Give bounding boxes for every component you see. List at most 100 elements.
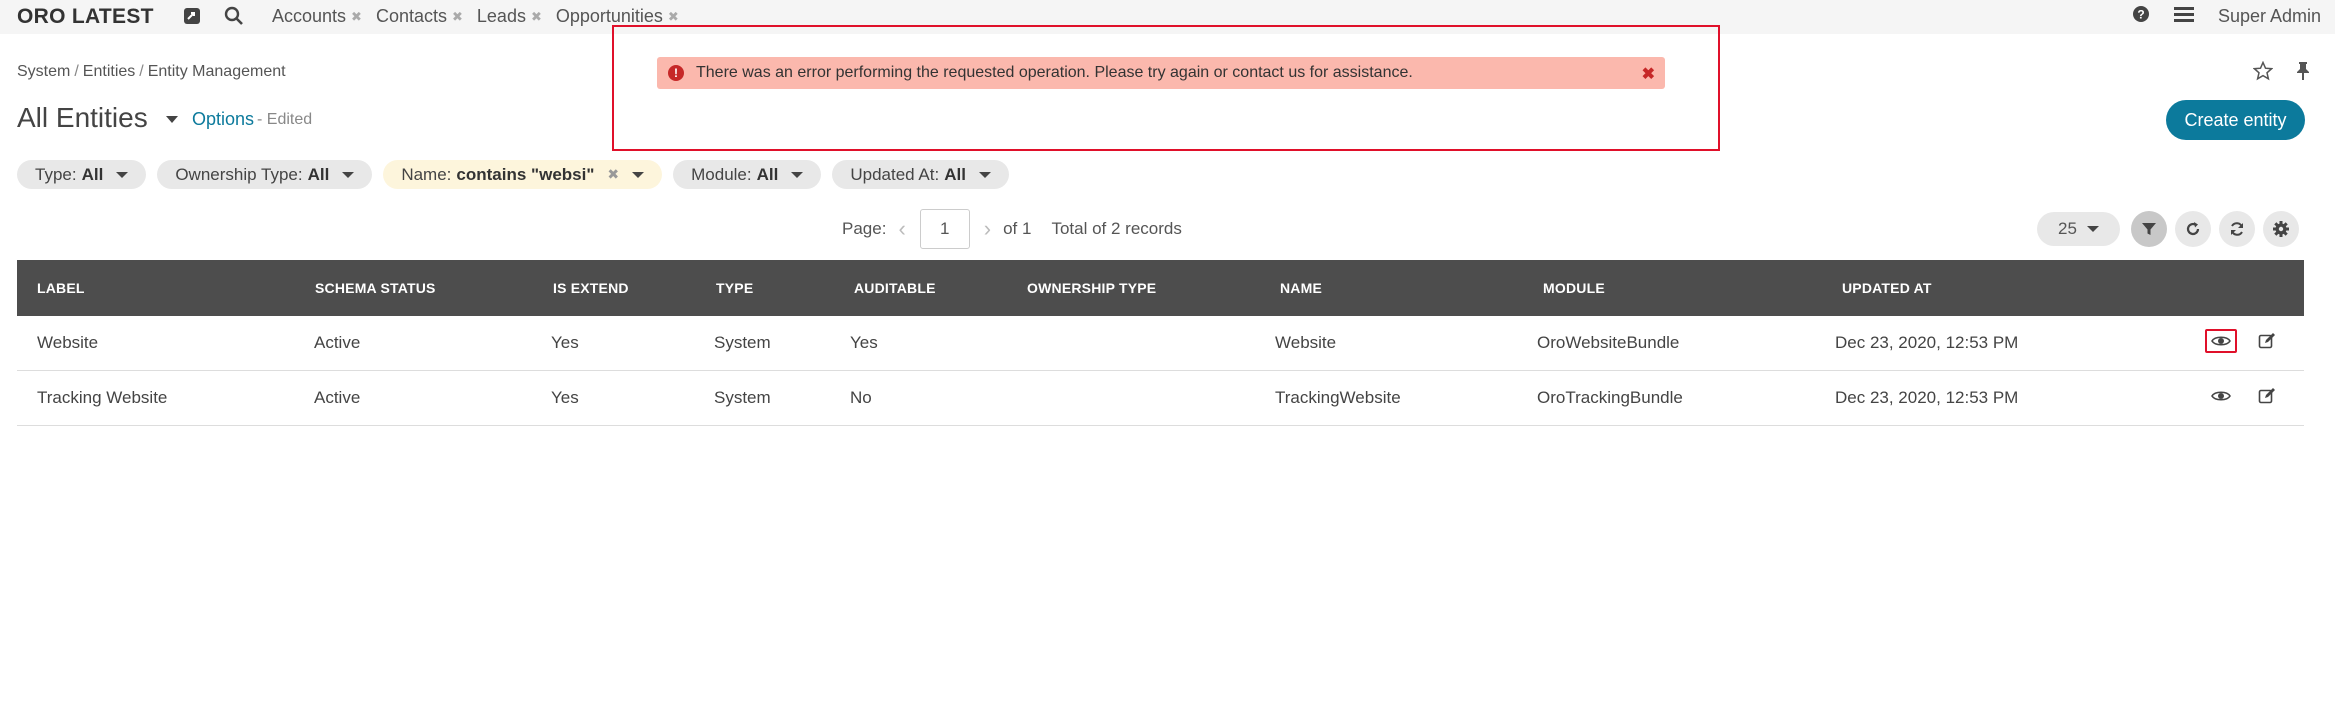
edited-label: - Edited [257, 111, 313, 128]
cell-type: System [714, 333, 771, 352]
page-number-input[interactable]: 1 [919, 209, 970, 249]
column-header-name[interactable]: NAME [1280, 280, 1322, 296]
entities-grid: LABEL SCHEMA STATUS IS EXTEND TYPE AUDIT… [17, 260, 2304, 426]
caret-down-icon [791, 171, 804, 178]
top-right-menu: ? Super Admin [2132, 5, 2321, 28]
grid-settings-button[interactable] [2263, 211, 2299, 247]
filter-name[interactable]: Name: contains "websi" ✖ [383, 160, 663, 189]
close-icon[interactable]: ✖ [1642, 64, 1655, 84]
filter-value: All [307, 164, 330, 184]
cell-module: OroTrackingBundle [1537, 388, 1683, 407]
row-actions [2205, 329, 2283, 353]
close-icon[interactable]: ✖ [668, 9, 679, 25]
column-header-ownership-type[interactable]: OWNERSHIP TYPE [1027, 280, 1156, 296]
app-title[interactable]: ORO LATEST [17, 5, 154, 29]
shortcuts-icon[interactable] [180, 4, 204, 28]
page-title[interactable]: All Entities [17, 102, 148, 134]
cell-updated-at: Dec 23, 2020, 12:53 PM [1835, 388, 2019, 407]
breadcrumb-item[interactable]: System [17, 63, 70, 81]
filter-label: Ownership Type: [175, 164, 303, 184]
filter-updated-at[interactable]: Updated At: All [832, 160, 1009, 189]
pager: Page: ‹ 1 › of 1 Total of 2 records [842, 209, 1182, 249]
chevron-down-icon[interactable] [166, 116, 178, 123]
table-row[interactable]: Website Active Yes System Yes Website Or… [17, 316, 2304, 371]
cell-updated-at: Dec 23, 2020, 12:53 PM [1835, 333, 2019, 352]
cell-type: System [714, 388, 771, 407]
edit-icon[interactable] [2251, 384, 2283, 408]
pin-icon[interactable] [2295, 61, 2311, 86]
reset-button[interactable] [2175, 211, 2211, 247]
cell-name: TrackingWebsite [1275, 388, 1401, 407]
filter-label: Type: [35, 164, 77, 184]
page-count: of 1 [1003, 219, 1032, 238]
page-label: Page: [842, 219, 887, 238]
view-eye-icon[interactable] [2205, 384, 2237, 408]
edit-icon[interactable] [2251, 329, 2283, 353]
cell-schema-status: Active [314, 388, 361, 407]
table-header: LABEL SCHEMA STATUS IS EXTEND TYPE AUDIT… [17, 260, 2304, 316]
prev-page-icon[interactable]: ‹ [898, 216, 905, 242]
column-header-label[interactable]: LABEL [37, 280, 85, 296]
cell-name: Website [1275, 333, 1337, 352]
column-header-is-extend[interactable]: IS EXTEND [553, 280, 629, 296]
filter-label: Name: [401, 164, 452, 184]
page-actions [2252, 60, 2311, 86]
star-icon[interactable] [2252, 60, 2274, 86]
user-menu[interactable]: Super Admin [2218, 6, 2321, 27]
filter-ownership-type[interactable]: Ownership Type: All [157, 160, 373, 189]
clear-filter-icon[interactable]: ✖ [607, 166, 619, 183]
close-icon[interactable]: ✖ [351, 9, 362, 25]
nav-tab-contacts[interactable]: Contacts ✖ [376, 6, 463, 27]
column-header-module[interactable]: MODULE [1543, 280, 1605, 296]
nav-tab-accounts[interactable]: Accounts ✖ [272, 6, 362, 27]
nav-tabs: Accounts ✖ Contacts ✖ Leads ✖ Opportunities… [272, 6, 679, 27]
nav-tab-label: Contacts [375, 6, 447, 26]
cell-module: OroWebsiteBundle [1537, 333, 1680, 352]
page-size-value: 25 [2058, 219, 2077, 238]
nav-tab-opportunities[interactable]: Opportunities ✖ [556, 6, 679, 27]
filter-label: Module: [691, 164, 752, 184]
nav-tab-leads[interactable]: Leads ✖ [477, 6, 542, 27]
help-icon[interactable]: ? [2132, 5, 2150, 28]
svg-text:?: ? [2137, 8, 2144, 22]
view-eye-icon[interactable] [2205, 329, 2237, 353]
refresh-button[interactable] [2219, 211, 2255, 247]
search-icon[interactable] [222, 4, 246, 28]
filter-module[interactable]: Module: All [673, 160, 822, 189]
column-header-schema-status[interactable]: SCHEMA STATUS [315, 280, 436, 296]
grid-toolbar [2131, 211, 2299, 247]
cell-auditable: Yes [850, 333, 878, 352]
options-link[interactable]: Options [192, 109, 254, 130]
filter-toggle-button[interactable] [2131, 211, 2167, 247]
column-header-updated-at[interactable]: UPDATED AT [1842, 280, 1932, 296]
menu-icon[interactable] [2173, 6, 2194, 27]
caret-down-icon [342, 171, 355, 178]
nav-tab-label: Accounts [272, 6, 347, 26]
table-row[interactable]: Tracking Website Active Yes System No Tr… [17, 371, 2304, 426]
breadcrumb-item[interactable]: Entity Management [148, 63, 286, 81]
cell-auditable: No [850, 388, 872, 407]
reset-icon [2186, 222, 2200, 236]
nav-tab-label: Leads [476, 6, 526, 26]
filter-type[interactable]: Type: All [17, 160, 147, 189]
next-page-icon[interactable]: › [984, 216, 991, 242]
column-header-type[interactable]: TYPE [716, 280, 753, 296]
filter-bar: Type: All Ownership Type: All Name: contain… [17, 160, 1009, 189]
row-actions [2205, 384, 2283, 408]
funnel-icon [2142, 223, 2156, 235]
page-size-select[interactable]: 25 [2037, 212, 2120, 246]
close-icon[interactable]: ✖ [452, 9, 463, 25]
error-icon: ! [668, 65, 684, 81]
close-icon[interactable]: ✖ [531, 9, 542, 25]
breadcrumb-item[interactable]: Entities [83, 63, 135, 81]
alert-message: There was an error performing the reques… [696, 64, 1413, 81]
caret-down-icon [116, 171, 129, 178]
create-entity-button[interactable]: Create entity [2166, 100, 2305, 140]
filter-value: All [756, 164, 779, 184]
breadcrumb: System / Entities / Entity Management [17, 63, 286, 81]
caret-down-icon [2086, 226, 2099, 232]
cell-label: Website [37, 333, 99, 352]
error-alert: ! There was an error performing the requ… [657, 57, 1665, 89]
gear-icon [2273, 221, 2289, 237]
column-header-auditable[interactable]: AUDITABLE [854, 280, 936, 296]
